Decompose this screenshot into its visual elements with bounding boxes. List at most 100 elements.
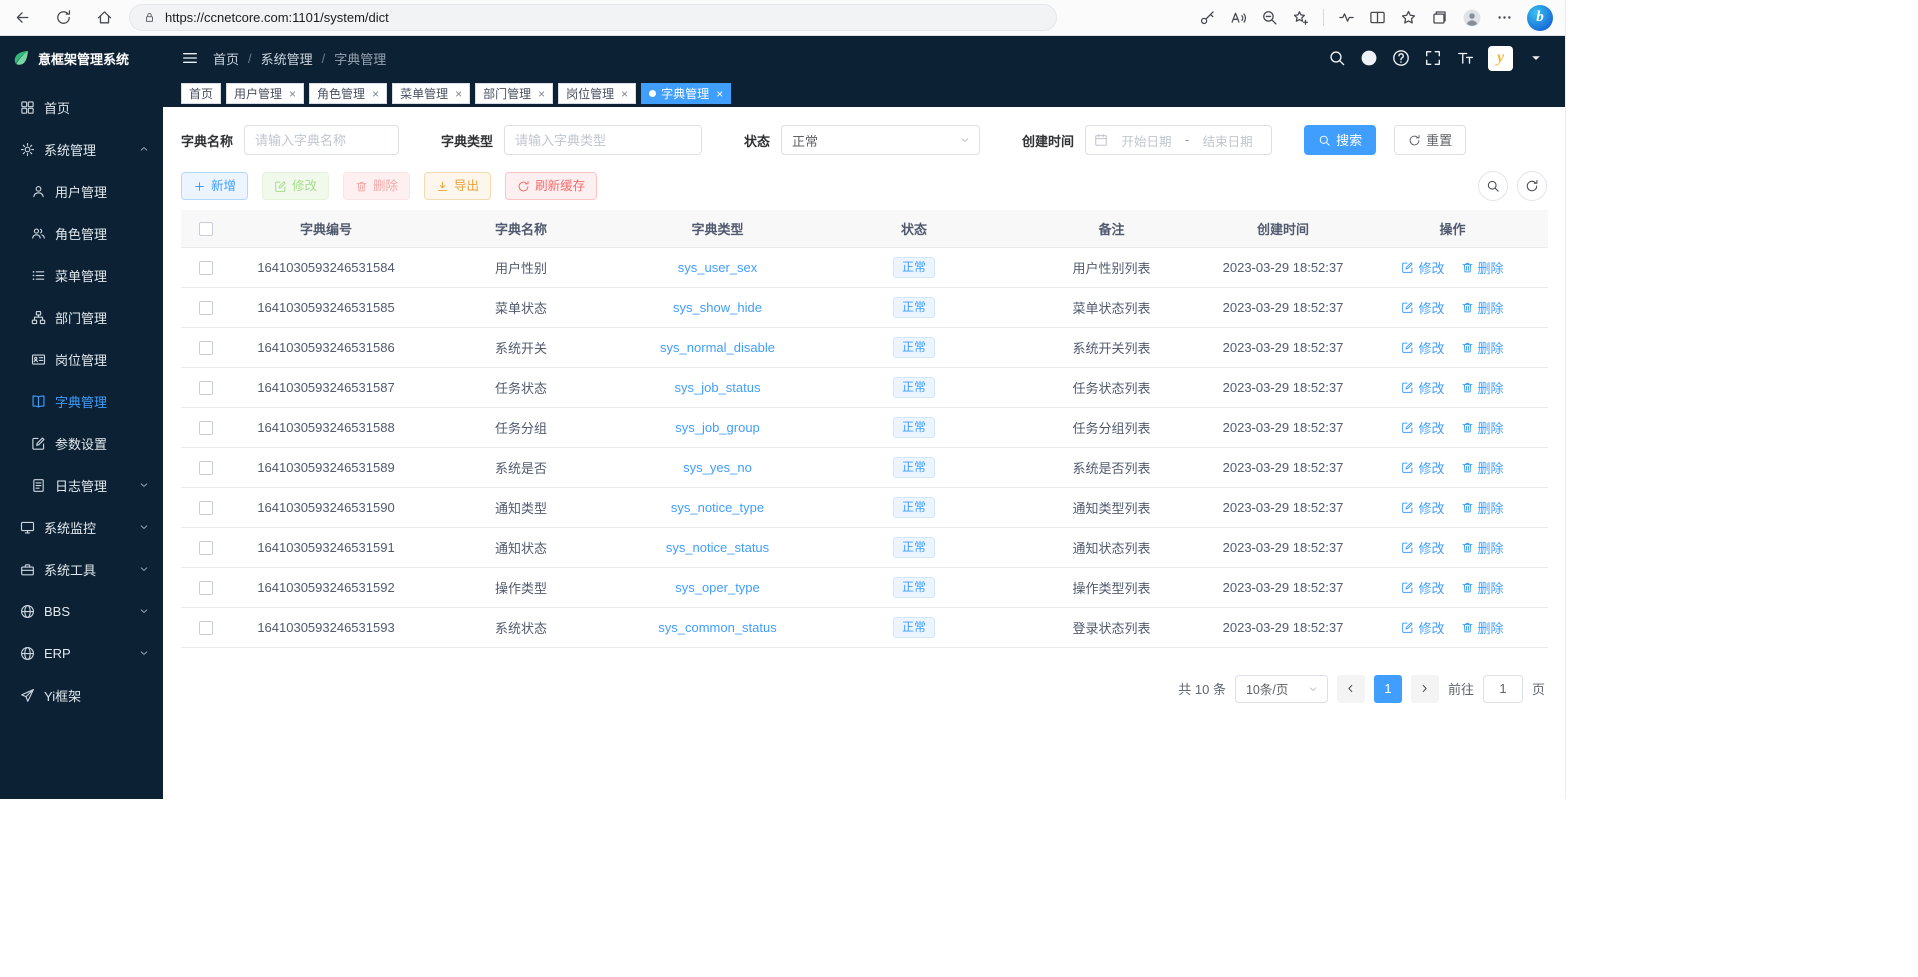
row-checkbox[interactable] <box>199 581 213 595</box>
sidebar-item-log[interactable]: 日志管理 <box>0 464 163 506</box>
more-menu-icon[interactable] <box>1496 9 1513 26</box>
sidebar-item-dept[interactable]: 部门管理 <box>0 296 163 338</box>
row-edit-link[interactable]: 修改 <box>1401 298 1444 317</box>
back-icon[interactable] <box>14 9 31 26</box>
add-button[interactable]: 新增 <box>181 172 248 200</box>
dict-name-input[interactable] <box>244 125 399 155</box>
dict-type-link[interactable]: sys_common_status <box>658 620 777 635</box>
browser-essentials-icon[interactable] <box>1338 9 1355 26</box>
fullscreen-icon[interactable] <box>1424 49 1442 67</box>
sidebar-item-user[interactable]: 用户管理 <box>0 170 163 212</box>
row-checkbox[interactable] <box>199 341 213 355</box>
sidebar-item-system[interactable]: 系统管理 <box>0 128 163 170</box>
row-checkbox[interactable] <box>199 501 213 515</box>
row-edit-link[interactable]: 修改 <box>1401 538 1444 557</box>
dict-type-link[interactable]: sys_notice_type <box>671 500 764 515</box>
row-checkbox[interactable] <box>199 461 213 475</box>
dict-type-link[interactable]: sys_oper_type <box>675 580 760 595</box>
reload-icon[interactable] <box>55 9 72 26</box>
row-edit-link[interactable]: 修改 <box>1401 618 1444 637</box>
header-search-icon[interactable] <box>1328 49 1346 67</box>
current-page-button[interactable]: 1 <box>1374 675 1402 703</box>
close-tab-icon[interactable]: × <box>289 88 296 100</box>
url-text[interactable]: https://ccnetcore.com:1101/system/dict <box>165 10 389 25</box>
sidebar-item-erp[interactable]: ERP <box>0 632 163 674</box>
close-tab-icon[interactable]: × <box>716 88 723 100</box>
row-checkbox[interactable] <box>199 261 213 275</box>
address-bar[interactable]: https://ccnetcore.com:1101/system/dict <box>129 4 1057 31</box>
row-delete-link[interactable]: 删除 <box>1461 258 1504 277</box>
goto-page-input[interactable] <box>1483 675 1523 703</box>
date-range-picker[interactable]: 开始日期 - 结束日期 <box>1085 125 1272 155</box>
sidebar-item-menu[interactable]: 菜单管理 <box>0 254 163 296</box>
row-delete-link[interactable]: 删除 <box>1461 618 1504 637</box>
dict-type-link[interactable]: sys_job_status <box>675 380 761 395</box>
close-tab-icon[interactable]: × <box>455 88 462 100</box>
date-start-placeholder[interactable]: 开始日期 <box>1111 131 1182 150</box>
help-icon[interactable] <box>1392 49 1410 67</box>
row-delete-link[interactable]: 删除 <box>1461 338 1504 357</box>
tab-dept[interactable]: 部门管理× <box>475 83 553 104</box>
sidebar-item-bbs[interactable]: BBS <box>0 590 163 632</box>
dict-type-link[interactable]: sys_yes_no <box>683 460 752 475</box>
add-favorite-icon[interactable] <box>1292 9 1309 26</box>
status-select[interactable]: 正常 <box>781 125 980 155</box>
user-avatar[interactable]: y <box>1488 46 1513 71</box>
export-button[interactable]: 导出 <box>424 172 491 200</box>
sidebar-item-monitor[interactable]: 系统监控 <box>0 506 163 548</box>
zoom-icon[interactable] <box>1261 9 1278 26</box>
row-delete-link[interactable]: 删除 <box>1461 418 1504 437</box>
date-end-placeholder[interactable]: 结束日期 <box>1192 131 1263 150</box>
breadcrumb-home[interactable]: 首页 <box>213 49 239 68</box>
dict-type-link[interactable]: sys_notice_status <box>666 540 769 555</box>
row-delete-link[interactable]: 删除 <box>1461 458 1504 477</box>
search-button[interactable]: 搜索 <box>1304 125 1376 155</box>
row-edit-link[interactable]: 修改 <box>1401 378 1444 397</box>
row-edit-link[interactable]: 修改 <box>1401 578 1444 597</box>
row-delete-link[interactable]: 删除 <box>1461 298 1504 317</box>
github-icon[interactable] <box>1360 49 1378 67</box>
row-checkbox[interactable] <box>199 301 213 315</box>
bing-copilot-icon[interactable]: b <box>1527 5 1553 31</box>
profile-avatar-icon[interactable] <box>1462 8 1482 28</box>
sidebar-item-post[interactable]: 岗位管理 <box>0 338 163 380</box>
dict-type-link[interactable]: sys_show_hide <box>673 300 762 315</box>
delete-button[interactable]: 删除 <box>343 172 410 200</box>
row-delete-link[interactable]: 删除 <box>1461 498 1504 517</box>
font-size-icon[interactable] <box>1456 49 1474 67</box>
collections-icon[interactable] <box>1431 9 1448 26</box>
tab-dict[interactable]: 字典管理× <box>641 83 731 104</box>
tab-menu[interactable]: 菜单管理× <box>392 83 470 104</box>
select-all-checkbox[interactable] <box>199 222 213 236</box>
sidebar-item-home[interactable]: 首页 <box>0 86 163 128</box>
row-edit-link[interactable]: 修改 <box>1401 418 1444 437</box>
split-screen-icon[interactable] <box>1369 9 1386 26</box>
dict-type-input[interactable] <box>504 125 702 155</box>
dict-type-link[interactable]: sys_job_group <box>675 420 760 435</box>
tab-user[interactable]: 用户管理× <box>226 83 304 104</box>
next-page-button[interactable] <box>1411 675 1439 703</box>
close-tab-icon[interactable]: × <box>372 88 379 100</box>
sidebar-item-tool[interactable]: 系统工具 <box>0 548 163 590</box>
tab-role[interactable]: 角色管理× <box>309 83 387 104</box>
sidebar-item-dict[interactable]: 字典管理 <box>0 380 163 422</box>
breadcrumb-system[interactable]: 系统管理 <box>261 49 313 68</box>
toggle-search-button[interactable] <box>1478 171 1508 201</box>
home-icon[interactable] <box>96 9 113 26</box>
collapse-sidebar-icon[interactable] <box>181 49 199 67</box>
row-edit-link[interactable]: 修改 <box>1401 338 1444 357</box>
row-edit-link[interactable]: 修改 <box>1401 258 1444 277</box>
sidebar-item-role[interactable]: 角色管理 <box>0 212 163 254</box>
row-edit-link[interactable]: 修改 <box>1401 498 1444 517</box>
sidebar-item-yi[interactable]: Yi框架 <box>0 674 163 716</box>
reset-button[interactable]: 重置 <box>1394 125 1466 155</box>
favorites-icon[interactable] <box>1400 9 1417 26</box>
row-checkbox[interactable] <box>199 381 213 395</box>
close-tab-icon[interactable]: × <box>538 88 545 100</box>
page-size-select[interactable]: 10条/页 <box>1235 675 1328 703</box>
row-checkbox[interactable] <box>199 421 213 435</box>
read-aloud-icon[interactable] <box>1230 9 1247 26</box>
dict-type-link[interactable]: sys_user_sex <box>678 260 757 275</box>
prev-page-button[interactable] <box>1337 675 1365 703</box>
sidebar-item-param[interactable]: 参数设置 <box>0 422 163 464</box>
